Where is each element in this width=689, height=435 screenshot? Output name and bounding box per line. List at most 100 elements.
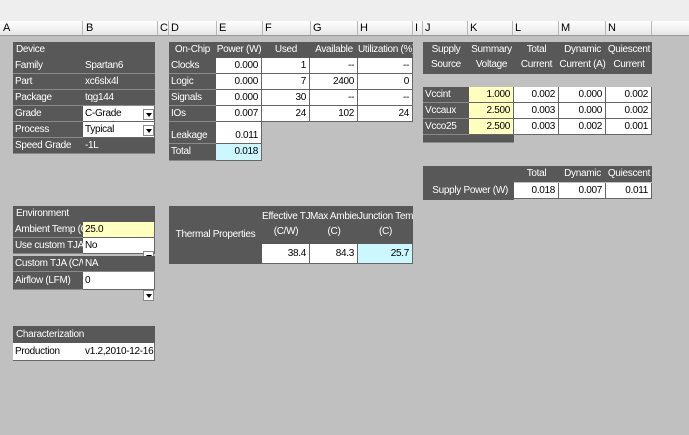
thermal-junction-value[interactable]: 25.7: [358, 244, 413, 264]
onchip-clocks-utilization[interactable]: --: [358, 58, 413, 74]
custom-tja-value-label: Custom TJA (C/W): [13, 256, 83, 272]
onchip-logic-used[interactable]: 7: [262, 74, 310, 90]
supply-power-total[interactable]: 0.018: [514, 183, 559, 199]
airflow-select[interactable]: 0: [83, 272, 155, 290]
supply-vccaux-total[interactable]: 0.003: [514, 103, 559, 119]
supply-header-voltage-line2: Voltage: [475, 59, 508, 70]
onchip-header-power: Power (W): [216, 42, 262, 58]
onchip-signals-used[interactable]: 30: [262, 90, 310, 106]
onchip-logic-available[interactable]: 2400: [310, 74, 358, 90]
supply-header-voltage-line1: Summary: [471, 44, 512, 55]
column-header-l[interactable]: L: [515, 22, 521, 34]
supply-spacer: [469, 135, 514, 143]
process-dropdown-icon[interactable]: [143, 125, 154, 136]
airflow-dropdown-icon[interactable]: [143, 290, 154, 301]
custom-tja-value: NA: [83, 256, 155, 272]
characterization-label: Production: [13, 343, 83, 361]
supply-header-total: Total Current (A): [514, 42, 559, 74]
environment-header: Environment: [13, 206, 155, 222]
supply-header-source-line2: Source: [431, 59, 461, 70]
column-header-k[interactable]: K: [470, 22, 477, 34]
thermal-header-tja-line1: Effective TJA: [262, 211, 310, 222]
characterization-value: v1.2,2010-12-16: [83, 343, 155, 361]
thermal-header-junction: Junction Temp (C): [358, 206, 413, 244]
supply-vcco25-total[interactable]: 0.003: [514, 119, 559, 135]
supply-power-header-total: Total: [514, 166, 559, 182]
column-header-g[interactable]: G: [313, 22, 322, 34]
onchip-signals-label: Signals: [169, 90, 216, 106]
column-header-c[interactable]: C: [160, 22, 168, 34]
onchip-logic-label: Logic: [169, 74, 216, 90]
supply-header-total-line1: Total: [526, 44, 547, 55]
device-package-value: tqg144: [83, 90, 155, 106]
onchip-signals-power[interactable]: 0.000: [216, 90, 262, 106]
airflow-label: Airflow (LFM): [13, 272, 83, 290]
device-part-label: Part: [13, 74, 83, 90]
supply-vcco25-quiescent[interactable]: 0.001: [606, 119, 652, 135]
supply-vccaux-dynamic[interactable]: 0.000: [559, 103, 606, 119]
device-process-label: Process: [13, 122, 83, 138]
onchip-ios-utilization[interactable]: 24: [358, 106, 413, 122]
onchip-leakage-power[interactable]: 0.011: [216, 122, 262, 144]
column-header-h[interactable]: H: [360, 22, 368, 34]
onchip-logic-power[interactable]: 0.000: [216, 74, 262, 90]
onchip-total-power[interactable]: 0.018: [216, 144, 262, 161]
onchip-clocks-available[interactable]: --: [310, 58, 358, 74]
characterization-header: Characterization: [13, 326, 155, 343]
onchip-leakage-label: Leakage: [169, 122, 216, 144]
onchip-ios-available[interactable]: 102: [310, 106, 358, 122]
supply-vccaux-quiescent[interactable]: 0.002: [606, 103, 652, 119]
onchip-signals-utilization[interactable]: --: [358, 90, 413, 106]
onchip-clocks-power[interactable]: 0.000: [216, 58, 262, 74]
onchip-clocks-used[interactable]: 1: [262, 58, 310, 74]
device-package-label: Package: [13, 90, 83, 106]
supply-vccaux-voltage[interactable]: 2.500: [469, 103, 514, 119]
supply-power-quiescent[interactable]: 0.011: [606, 183, 652, 199]
supply-vccint-total[interactable]: 0.002: [514, 87, 559, 103]
supply-spacer: [423, 135, 469, 143]
supply-header-source-line1: Supply: [431, 44, 461, 55]
supply-vccint-dynamic[interactable]: 0.000: [559, 87, 606, 103]
device-part-value: xc6slx4l: [83, 74, 155, 90]
supply-header-voltage: Summary Voltage: [469, 42, 514, 74]
supply-header-quiescent-line1: Quiescent: [607, 44, 651, 55]
column-header-i[interactable]: I: [415, 22, 418, 34]
grade-dropdown-icon[interactable]: [143, 109, 154, 120]
ambient-temp-input[interactable]: 25.0: [83, 222, 155, 238]
supply-vccint-quiescent[interactable]: 0.002: [606, 87, 652, 103]
device-grade-label: Grade: [13, 106, 83, 122]
onchip-logic-utilization[interactable]: 0: [358, 74, 413, 90]
supply-power-dynamic[interactable]: 0.007: [559, 183, 606, 199]
supply-vcco25-label: Vcco25: [423, 119, 469, 135]
supply-vcco25-dynamic[interactable]: 0.002: [559, 119, 606, 135]
supply-header-dynamic-line1: Dynamic: [564, 44, 601, 55]
thermal-label: Thermal Properties: [169, 206, 262, 264]
process-select-value: Typical: [85, 124, 115, 135]
supply-header-source: Supply Source: [423, 42, 469, 74]
column-header-j[interactable]: J: [425, 22, 431, 34]
custom-tja-label: Use custom TJA?: [13, 238, 83, 254]
ambient-temp-label: Ambient Temp (C): [13, 222, 83, 238]
column-header-m[interactable]: M: [561, 22, 570, 34]
onchip-header-utilization: Utilization (%): [358, 42, 413, 58]
onchip-header-available: Available: [310, 42, 358, 58]
column-header-a[interactable]: A: [3, 22, 10, 34]
onchip-ios-used[interactable]: 24: [262, 106, 310, 122]
thermal-header-tja: Effective TJA (C/W): [262, 206, 310, 244]
custom-tja-select-value: No: [85, 240, 98, 251]
onchip-ios-power[interactable]: 0.007: [216, 106, 262, 122]
column-header-e[interactable]: E: [219, 22, 226, 34]
thermal-tja-value[interactable]: 38.4: [262, 244, 310, 264]
thermal-header-tja-line2: (C/W): [273, 226, 299, 237]
onchip-ios-label: IOs: [169, 106, 216, 122]
onchip-signals-available[interactable]: --: [310, 90, 358, 106]
supply-vccint-voltage[interactable]: 1.000: [469, 87, 514, 103]
column-header-d[interactable]: D: [171, 22, 179, 34]
supply-vcco25-voltage[interactable]: 2.500: [469, 119, 514, 135]
device-family-label: Family: [13, 58, 83, 74]
column-header-f[interactable]: F: [265, 22, 272, 34]
column-header-n[interactable]: N: [608, 22, 616, 34]
thermal-max-ambient-value[interactable]: 84.3: [310, 244, 358, 264]
airflow-select-value: 0: [85, 275, 91, 286]
column-header-b[interactable]: B: [86, 22, 93, 34]
